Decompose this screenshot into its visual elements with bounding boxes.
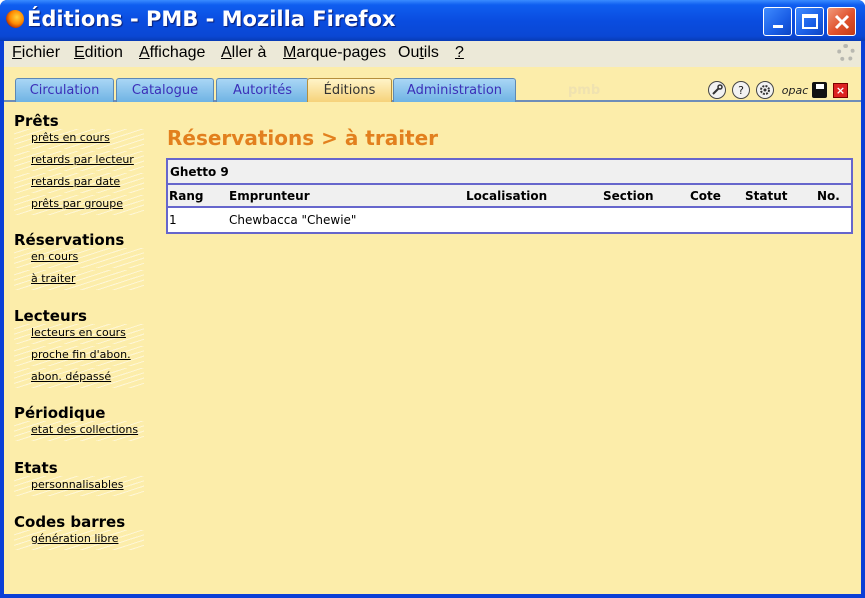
window-title: Éditions - PMB - Mozilla Firefox <box>27 7 396 31</box>
table-header-row: Rang Emprunteur Localisation Section Cot… <box>168 185 851 208</box>
nav-section-reservations: Réservations en cours à traiter <box>14 231 144 290</box>
column-header-emprunteur: Emprunteur <box>229 189 310 203</box>
cog-icon <box>760 85 770 95</box>
minimize-button[interactable] <box>763 7 792 36</box>
nav-link-prets-par-groupe[interactable]: prêts par groupe <box>31 197 123 210</box>
module-tab-bar: Circulation Catalogue Autorités Éditions… <box>4 67 861 102</box>
nav-link-retards-par-date[interactable]: retards par date <box>31 175 120 188</box>
menu-fichier[interactable]: Fichier <box>12 44 60 62</box>
pmb-logo: pmb <box>568 83 601 98</box>
menu-marque-pages[interactable]: Marque-pages <box>283 44 386 62</box>
menu-bar: Fichier Edition Affichage Aller à Marque… <box>4 41 861 67</box>
nav-title-reservations: Réservations <box>14 231 125 249</box>
tab-circulation[interactable]: Circulation <box>15 78 114 102</box>
close-window-button[interactable] <box>827 7 856 36</box>
close-icon <box>834 14 849 29</box>
firefox-icon <box>6 10 24 28</box>
nav-title-prets: Prêts <box>14 112 59 130</box>
nav-title-codes-barres: Codes barres <box>14 513 126 531</box>
gear-icon[interactable] <box>756 81 774 99</box>
loading-throbber-icon <box>837 44 855 62</box>
nav-title-lecteurs: Lecteurs <box>14 307 87 325</box>
tab-administration[interactable]: Administration <box>393 78 516 102</box>
tab-catalogue[interactable]: Catalogue <box>116 78 214 102</box>
reservations-table: Ghetto 9 Rang Emprunteur Localisation Se… <box>166 158 853 234</box>
column-header-rang: Rang <box>169 189 204 203</box>
opac-icon[interactable]: opac <box>782 81 809 99</box>
preferences-icon[interactable] <box>708 81 726 99</box>
nav-section-etats: Etats personnalisables <box>14 459 144 496</box>
nav-link-a-traiter[interactable]: à traiter <box>31 272 75 285</box>
menu-help[interactable]: ? <box>455 44 464 62</box>
nav-section-lecteurs: Lecteurs lecteurs en cours proche fin d'… <box>14 307 144 388</box>
nav-link-generation-libre[interactable]: génération libre <box>31 532 118 545</box>
menu-edition[interactable]: Edition <box>74 44 123 62</box>
nav-link-abon-depasse[interactable]: abon. dépassé <box>31 370 111 383</box>
tab-editions[interactable]: Éditions <box>307 78 392 102</box>
nav-link-personnalisables[interactable]: personnalisables <box>31 478 124 491</box>
menu-aller-a[interactable]: Aller à <box>221 44 266 62</box>
page-title: Réservations > à traiter <box>167 126 439 150</box>
logout-close-icon[interactable]: × <box>833 83 848 98</box>
maximize-button[interactable] <box>795 7 824 36</box>
column-header-localisation: Localisation <box>466 189 548 203</box>
menu-affichage[interactable]: Affichage <box>139 44 205 62</box>
nav-section-periodique: Périodique etat des collections <box>14 404 144 441</box>
help-icon[interactable]: ? <box>732 81 750 99</box>
wrench-icon <box>712 84 723 95</box>
cell-emprunteur: Chewbacca "Chewie" <box>229 213 357 227</box>
nav-link-etat-des-collections[interactable]: etat des collections <box>31 423 138 436</box>
nav-title-periodique: Périodique <box>14 404 106 422</box>
menu-outils[interactable]: Outils <box>398 44 439 62</box>
maximize-icon <box>801 14 818 29</box>
nav-title-etats: Etats <box>14 459 58 477</box>
nav-link-lecteurs-en-cours[interactable]: lecteurs en cours <box>31 326 126 339</box>
browser-client: Fichier Edition Affichage Aller à Marque… <box>4 41 861 594</box>
nav-section-codes-barres: Codes barres génération libre <box>14 513 144 550</box>
title-bar[interactable]: Éditions - PMB - Mozilla Firefox <box>0 0 865 41</box>
cell-rang: 1 <box>169 213 177 227</box>
nav-link-retards-par-lecteur[interactable]: retards par lecteur <box>31 153 134 166</box>
column-header-no: No. <box>817 189 840 203</box>
nav-link-proche-fin-abon[interactable]: proche fin d'abon. <box>31 348 131 361</box>
browser-window: Éditions - PMB - Mozilla Firefox Fichier… <box>0 0 865 598</box>
save-disk-icon[interactable] <box>812 82 827 98</box>
column-header-cote: Cote <box>690 189 721 203</box>
nav-section-prets: Prêts prêts en cours retards par lecteur… <box>14 112 144 215</box>
tab-autorites[interactable]: Autorités <box>216 78 309 102</box>
column-header-statut: Statut <box>745 189 788 203</box>
minimize-icon <box>772 25 783 28</box>
table-group-header: Ghetto 9 <box>168 160 851 185</box>
nav-link-prets-en-cours[interactable]: prêts en cours <box>31 131 110 144</box>
table-row[interactable]: 1 Chewbacca "Chewie" <box>168 208 851 232</box>
column-header-section: Section <box>603 189 654 203</box>
web-page: Circulation Catalogue Autorités Éditions… <box>4 67 861 594</box>
nav-link-reservations-en-cours[interactable]: en cours <box>31 250 78 263</box>
